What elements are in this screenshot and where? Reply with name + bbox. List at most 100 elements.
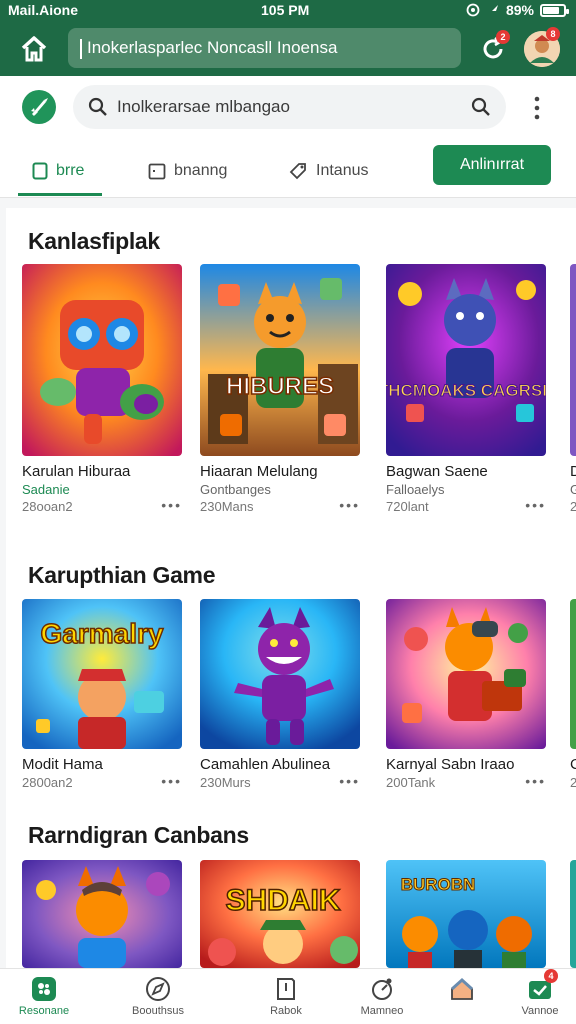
battery-icon [540, 3, 569, 17]
carrier-label: Mail.Aione [8, 2, 79, 18]
nav-label: Rabok [270, 1005, 302, 1017]
game-thumbnail[interactable] [570, 264, 576, 456]
bell-icon [368, 975, 396, 1003]
game-title: Karnyal Sabn Iraao [386, 756, 515, 773]
bottom-navigation: Resonane Boouthsus Rabok Mamneo 4 Vannoe [0, 968, 576, 1024]
game-card-partial[interactable]: C 2 [570, 599, 576, 790]
signal-icon [487, 5, 498, 15]
game-meta-text: 200Tank [386, 775, 436, 790]
house-icon [448, 975, 476, 1003]
address-bar[interactable]: Inokerlasparlec Noncasll Inoensa [68, 28, 461, 68]
game-card[interactable]: Garmalry Modit Hama 2800an2 ••• [22, 599, 182, 790]
tabs-button[interactable]: 2 [478, 30, 510, 64]
app-header: Inolkerarsae mlbangao brre bnanng Intanu… [0, 76, 576, 198]
game-subtitle: G [570, 482, 576, 497]
compass-icon [144, 975, 172, 1003]
game-meta: 720lant ••• [386, 497, 546, 514]
nav-item-rabok[interactable]: Rabok [246, 975, 326, 1017]
sunburst-artwork: Garmalry [22, 599, 182, 749]
nav-item-vannoe[interactable]: 4 Vannoe [500, 969, 576, 1017]
game-thumbnail[interactable] [22, 860, 182, 968]
game-meta: 2800an2 ••• [22, 773, 182, 790]
search-icon [88, 97, 107, 116]
game-title: D [570, 463, 576, 480]
nav-item-mamneo[interactable]: Mamneo [342, 975, 422, 1017]
game-thumbnail[interactable] [570, 860, 576, 968]
more-dots-icon[interactable]: ••• [339, 497, 360, 513]
game-card-partial[interactable] [570, 860, 576, 968]
art-title: SHDAIK [225, 884, 340, 917]
home-button[interactable] [18, 33, 50, 65]
profile-badge: 8 [546, 27, 560, 41]
art-title: THCMOAKS CAGRSIO [386, 381, 546, 400]
game-thumbnail[interactable] [570, 599, 576, 749]
game-thumbnail[interactable]: Garmalry [22, 599, 182, 749]
game-title: Modit Hama [22, 756, 103, 773]
nav-label: Vannoe [521, 1005, 559, 1017]
apply-button[interactable]: Anlinırrat [433, 145, 551, 185]
game-title: Bagwan Saene [386, 463, 488, 480]
game-card[interactable]: BUROBN [386, 860, 546, 968]
main-content[interactable]: Kanlasfiplak Karulan Hiburaa Sadanie 28o… [0, 198, 576, 968]
content-panel: Kanlasfiplak Karulan Hiburaa Sadanie 28o… [6, 208, 576, 968]
status-bar: Mail.Aione 105 PM 89% [0, 0, 576, 22]
game-meta: 230Murs ••• [200, 773, 360, 790]
section-title: Rarndigran Canbans [28, 822, 249, 848]
more-options-button[interactable] [528, 94, 546, 122]
profile-avatar[interactable]: 8 [524, 27, 560, 67]
game-card-partial[interactable]: D G 2 [570, 264, 576, 514]
fox-artwork: HIBURES [200, 264, 360, 456]
game-card[interactable]: HIBURES Hiaaran Melulang Gontbanges 230M… [200, 264, 360, 514]
search-input[interactable]: Inolkerarsae mlbangao [73, 85, 506, 129]
nav-label: Boouthsus [132, 1005, 184, 1017]
tab-brre[interactable]: brre [32, 146, 84, 196]
rocket-icon [31, 98, 48, 116]
nav-item-boouthsus[interactable]: Boouthsus [118, 975, 198, 1017]
game-card[interactable]: THCMOAKS CAGRSIO Bagwan Saene Falloaelys… [386, 264, 546, 514]
calendar-icon [148, 163, 166, 180]
search-submit-icon[interactable] [470, 96, 492, 118]
more-dots-icon[interactable]: ••• [525, 773, 546, 789]
game-thumbnail[interactable] [22, 264, 182, 456]
more-dots-icon[interactable]: ••• [525, 497, 546, 513]
tab-label: brre [56, 162, 85, 179]
game-card[interactable]: Karulan Hiburaa Sadanie 28ooan2 ••• [22, 264, 182, 514]
game-thumbnail[interactable] [200, 599, 360, 749]
game-card[interactable]: Camahlen Abulinea 230Murs ••• [200, 599, 360, 790]
browser-toolbar: Inokerlasparlec Noncasll Inoensa 2 8 [0, 22, 576, 76]
game-card[interactable] [22, 860, 182, 968]
game-meta-text: 720lant [386, 499, 429, 514]
more-dots-icon[interactable]: ••• [161, 773, 182, 789]
game-thumbnail[interactable]: THCMOAKS CAGRSIO [386, 264, 546, 456]
game-thumbnail[interactable]: SHDAIK [200, 860, 360, 968]
game-thumbnail[interactable] [386, 599, 546, 749]
more-vertical-icon [534, 96, 540, 120]
robot-artwork [22, 264, 182, 456]
url-text: Inokerlasparlec Noncasll Inoensa [87, 38, 338, 57]
game-subtitle: Falloaelys [386, 482, 445, 497]
game-thumbnail[interactable]: HIBURES [200, 264, 360, 456]
games-icon [30, 975, 58, 1003]
tab-intanus[interactable]: Intanus [288, 146, 368, 196]
game-card[interactable]: Karnyal Sabn Iraao 200Tank ••• [386, 599, 546, 790]
tabs-badge: 2 [496, 30, 510, 44]
more-dots-icon[interactable]: ••• [161, 497, 182, 513]
shdaik-artwork: SHDAIK [200, 860, 360, 968]
nav-label: Mamneo [360, 1005, 404, 1017]
game-meta: 200Tank ••• [386, 773, 546, 790]
home-icon [21, 36, 47, 62]
game-thumbnail[interactable]: BUROBN [386, 860, 546, 968]
section-title: Karupthian Game [28, 562, 216, 588]
nav-item-home[interactable] [422, 975, 502, 1005]
tag-icon [289, 163, 306, 180]
game-title: C [570, 756, 576, 773]
game-title: Camahlen Abulinea [200, 756, 331, 773]
square-outline-icon [32, 162, 48, 180]
team-artwork: BUROBN [386, 860, 546, 968]
text-cursor [80, 38, 82, 59]
game-card[interactable]: SHDAIK [200, 860, 360, 968]
app-logo[interactable] [22, 90, 56, 124]
nav-item-resonane[interactable]: Resonane [4, 975, 84, 1017]
more-dots-icon[interactable]: ••• [339, 773, 360, 789]
tab-bnanng[interactable]: bnanng [148, 146, 227, 196]
